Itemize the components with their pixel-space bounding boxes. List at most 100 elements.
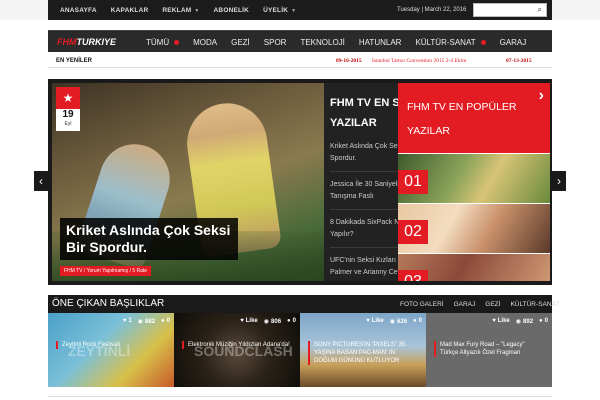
chevron-right-icon[interactable]: › [539,87,544,105]
comment-icon: ● [161,318,165,324]
like-count[interactable]: ♥ 1 [123,318,132,325]
menu-item-hatunlar[interactable]: HATUNLAR [359,38,402,47]
divider [48,396,552,400]
tab-kultur-sanat[interactable]: KÜLTÜR-SANAT [510,301,559,308]
featured-cards: ZEYTİNLİ ♥ 1 ◉ 882 ● 0 Zeytinli Rock Festiv… [48,313,552,387]
heart-icon: ♥ [240,318,244,324]
menu-item-gezi[interactable]: GEZİ [231,38,250,47]
heart-icon: ♥ [122,318,127,324]
top-nav: ANASAYFA KAPAKLAR REKLAM ▼ ABONELİK ÜYELİ… [60,0,296,20]
menu-item-label: KÜLTÜR-SANAT [415,37,476,47]
heart-icon: ♥ [492,318,496,324]
eye-icon: ◉ [515,319,522,325]
date-month: Eyl [64,121,72,127]
menu-item-label: TEKNOLOJİ [300,37,345,47]
card-stats: ♥ Like ◉ 806 ● 0 [240,318,296,325]
comment-icon: ● [413,318,417,324]
eye-icon: ◉ [137,319,144,325]
top-nav-reklam[interactable]: REKLAM ▼ [162,7,199,14]
popular-rank: 01 [398,170,428,194]
popular-item[interactable]: 01 [398,153,550,203]
search-input[interactable]: ⌕ [473,3,547,17]
view-value: 892 [523,319,534,325]
menu-item-garaj[interactable]: GARAJ [500,38,527,47]
heart-icon: ♥ [366,318,370,324]
eye-icon: ◉ [389,319,396,325]
like-count[interactable]: ♥ Like [366,318,384,325]
menu-item-spor[interactable]: SPOR [264,38,287,47]
ticker-date: 09-16-2015 [336,58,362,64]
site-logo[interactable]: FHMTURKIYE [57,36,116,48]
top-nav-kapaklar[interactable]: KAPAKLAR [111,7,149,14]
comment-value: 0 [418,318,422,324]
tab-gezi[interactable]: GEZİ [485,301,500,308]
view-value: 882 [145,319,156,325]
top-nav-uyelik[interactable]: ÜYELİK ▼ [263,7,296,14]
dot-icon [480,39,486,45]
view-count: ◉ 882 [138,318,155,325]
slider-prev-button[interactable]: ‹ [34,171,48,191]
top-nav-reklam-label: REKLAM [162,6,192,14]
like-value: 1 [128,318,132,324]
menu-item-label: GEZİ [231,37,250,47]
main-menu: TÜMÜ MODA GEZİ SPOR TEKNOLOJİ HATUNLAR K… [146,31,540,53]
featured-card[interactable]: ♥ Like ◉ 892 ● 0 Mad Max Fury Road – "Legac… [426,313,552,387]
featured-card[interactable]: SOUNDCLASH ♥ Like ◉ 806 ● 0 Elektronik Müzi… [174,313,300,387]
featured-card[interactable]: ZEYTİNLİ ♥ 1 ◉ 882 ● 0 Zeytinli Rock Festiv… [48,313,174,387]
popular-rank: 02 [398,220,428,244]
popular-item[interactable]: 03 [398,253,550,281]
view-count: ◉ 806 [264,318,281,325]
menu-item-moda[interactable]: MODA [193,38,217,47]
search-icon[interactable]: ⌕ [538,6,542,14]
ticker-label: EN YENİLER [56,58,92,64]
comment-value: 0 [292,318,296,324]
menu-item-teknoloji[interactable]: TEKNOLOJİ [300,38,344,47]
ticker-link[interactable]: İstanbul Tattoo Convention 2015 2-4 Ekim [372,54,466,68]
slider-next-button[interactable]: › [552,171,566,191]
page: ANASAYFA KAPAKLAR REKLAM ▼ ABONELİK ÜYELİ… [0,0,600,400]
menu-item-label: TÜMÜ [146,37,170,47]
card-stats: ♥ Like ◉ 892 ● 0 [492,318,548,325]
popular-header: FHM TV EN POPÜLER YAZILAR › [398,83,550,153]
menu-item-tumu[interactable]: TÜMÜ [146,37,180,47]
comment-count: ● 0 [287,318,296,325]
hero-title-box[interactable]: Kriket Aslında Çok Seksi Bir Spordur. [60,218,238,260]
menu-item-label: SPOR [263,37,287,47]
chevron-right-icon: › [557,174,561,188]
featured-card[interactable]: ♥ Like ◉ 626 ● 0 SONY PICTURES'IN "PIXELS" … [300,313,426,387]
caret-down-icon: ▼ [291,7,297,14]
logo-fhm: FHM [57,37,77,47]
menu-item-kultur-sanat[interactable]: KÜLTÜR-SANAT [415,37,486,47]
chevron-left-icon: ‹ [39,174,43,188]
comment-count: ● 0 [539,318,548,325]
news-ticker: EN YENİLER 09-16-2015 İstanbul Tattoo Co… [48,54,552,68]
hero-image[interactable]: ★ 19 Eyl Kriket Aslında Çok Seksi Bir Sp… [52,83,324,281]
popular-item[interactable]: 02 [398,203,550,253]
card-title[interactable]: SONY PICTURES'IN "PIXELS" 35 YAŞINA BASA… [308,341,418,365]
tab-garaj[interactable]: GARAJ [454,301,476,308]
comment-value: 0 [544,318,548,324]
tab-foto-galeri[interactable]: FOTO GALERİ [400,301,444,308]
logo-turkiye: TURKIYE [76,37,117,47]
featured-slider: ★ 19 Eyl Kriket Aslında Çok Seksi Bir Sp… [48,79,552,285]
popular-rank: 03 [398,270,428,281]
top-nav-uyelik-label: ÜYELİK [263,6,289,14]
like-value: Like [245,318,258,324]
card-title[interactable]: Mad Max Fury Road – "Legacy" Türkçe Alty… [434,341,544,357]
view-count: ◉ 892 [516,318,533,325]
ticker-date: 07-13-2015 [506,58,532,64]
top-date: Tuesday | March 22, 2016 [397,7,467,13]
top-nav-abonelik[interactable]: ABONELİK [214,7,250,14]
card-title[interactable]: Zeytinli Rock Festivali [56,341,166,349]
top-bar: ANASAYFA KAPAKLAR REKLAM ▼ ABONELİK ÜYELİ… [0,0,600,20]
date-badge: ★ 19 Eyl [56,87,80,131]
card-title[interactable]: Elektronik Müziğin Yıldızları Adana'da! [182,341,292,349]
popular-heading: FHM TV EN POPÜLER YAZILAR [407,101,517,137]
comment-icon: ● [287,318,291,324]
menu-item-label: GARAJ [499,37,527,47]
view-value: 626 [397,319,408,325]
like-count[interactable]: ♥ Like [240,318,258,325]
like-count[interactable]: ♥ Like [492,318,510,325]
top-nav-anasayfa[interactable]: ANASAYFA [60,7,97,14]
comment-value: 0 [166,318,170,324]
